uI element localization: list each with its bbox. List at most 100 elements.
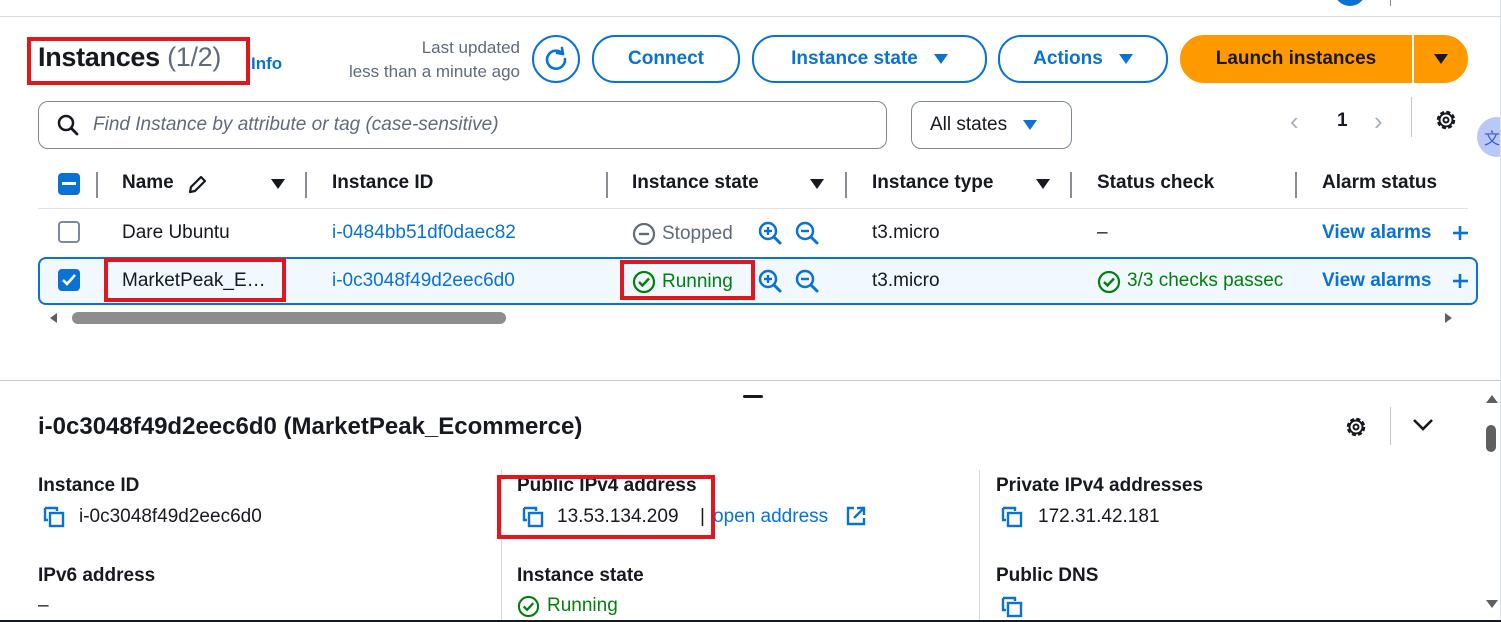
info-link[interactable]: Info — [251, 54, 282, 74]
gear-icon[interactable] — [1433, 107, 1459, 133]
copy-icon[interactable] — [1000, 595, 1024, 619]
search-placeholder: Find Instance by attribute or tag (case-… — [93, 114, 499, 135]
column-header-name[interactable]: Name — [122, 172, 174, 196]
connect-button[interactable]: Connect — [592, 35, 740, 83]
scroll-up-arrow[interactable] — [1486, 395, 1498, 403]
scroll-left-arrow[interactable] — [50, 313, 57, 323]
page-title: Instances (1/2) — [38, 42, 221, 73]
copy-icon[interactable] — [521, 505, 545, 529]
filter-caret-icon[interactable] — [1036, 179, 1050, 189]
current-page[interactable]: 1 — [1337, 110, 1348, 132]
previous-page-button[interactable]: ‹ — [1290, 106, 1299, 137]
instance-state-label: Instance state — [517, 565, 644, 586]
split-panel-divider — [0, 380, 1501, 381]
instance-id-link[interactable]: i-0484bb51df0daec82 — [332, 222, 516, 244]
refresh-icon — [545, 46, 567, 70]
ipv6-label: IPv6 address — [38, 565, 156, 586]
column-header-instance-type[interactable]: Instance type — [872, 172, 993, 196]
row-checkbox[interactable] — [58, 221, 80, 243]
instance-name: MarketPeak_E… — [122, 270, 266, 291]
gear-icon[interactable] — [1343, 414, 1369, 440]
panel-divider — [1390, 407, 1391, 445]
stopped-icon — [632, 222, 656, 246]
row-checkbox-checked[interactable] — [58, 269, 80, 291]
caret-down-icon — [1023, 120, 1038, 130]
status-check-value: 3/3 checks passec — [1127, 270, 1284, 291]
filter-caret-icon[interactable] — [810, 179, 824, 189]
search-input[interactable]: Find Instance by attribute or tag (case-… — [38, 101, 887, 149]
column-header-status-check[interactable]: Status check — [1097, 172, 1214, 196]
pencil-icon — [188, 175, 207, 194]
translate-icon[interactable]: 文 — [1477, 117, 1501, 157]
column-divider[interactable] — [1070, 172, 1072, 198]
instance-state-value: Stopped — [662, 223, 733, 244]
sort-caret-icon[interactable] — [271, 179, 285, 189]
column-header-instance-id[interactable]: Instance ID — [332, 172, 433, 196]
launch-instances-button[interactable]: Launch instances — [1180, 35, 1412, 83]
instance-count: (1/2) — [167, 42, 222, 72]
ipv6-value: – — [38, 595, 49, 616]
column-divider[interactable] — [305, 172, 307, 198]
actions-button[interactable]: Actions — [998, 35, 1168, 83]
public-ipv4-label: Public IPv4 address — [517, 475, 697, 496]
instance-type-value: t3.micro — [872, 270, 940, 291]
scroll-right-arrow[interactable] — [1445, 313, 1452, 323]
instance-state-detail: Running — [547, 595, 618, 616]
column-divider[interactable] — [606, 172, 608, 198]
indeterminate-icon — [62, 182, 76, 185]
instance-type-value: t3.micro — [872, 222, 940, 243]
instance-state-label: Instance state — [791, 48, 918, 69]
zoom-in-icon[interactable] — [757, 268, 783, 294]
zoom-out-icon[interactable] — [794, 220, 820, 246]
public-ipv4-value: 13.53.134.209 — [557, 506, 679, 527]
chevron-down-icon[interactable] — [1412, 418, 1434, 432]
pager-divider — [1411, 97, 1412, 137]
resize-handle[interactable] — [743, 395, 763, 398]
instance-id-link[interactable]: i-0c3048f49d2eec6d0 — [332, 270, 515, 292]
details-title: i-0c3048f49d2eec6d0 (MarketPeak_Ecommerc… — [38, 413, 583, 440]
header-divider — [38, 208, 1468, 209]
caret-down-icon — [1118, 54, 1133, 64]
launch-instances-label: Launch instances — [1215, 48, 1377, 69]
plus-icon[interactable] — [1452, 272, 1468, 290]
column-divider[interactable] — [1295, 172, 1297, 198]
column-header-alarm-status[interactable]: Alarm status — [1322, 172, 1437, 196]
caret-down-icon — [1434, 54, 1448, 64]
caret-down-icon — [933, 54, 948, 64]
external-link-icon[interactable] — [845, 505, 867, 527]
avatar[interactable] — [1334, 0, 1366, 6]
view-alarms-link[interactable]: View alarms — [1322, 222, 1432, 244]
check-circle-icon — [1097, 270, 1121, 294]
view-alarms-link[interactable]: View alarms — [1322, 270, 1432, 292]
column-divider — [501, 470, 502, 622]
column-name-label: Name — [122, 172, 174, 193]
select-all-checkbox[interactable] — [58, 173, 80, 195]
refresh-button[interactable] — [532, 35, 580, 83]
actions-label: Actions — [1033, 48, 1103, 69]
state-filter-value: All states — [930, 114, 1008, 135]
next-page-button[interactable]: › — [1374, 106, 1383, 137]
search-icon — [57, 114, 79, 136]
column-divider — [96, 172, 98, 198]
top-separator — [1390, 0, 1391, 6]
check-circle-icon — [517, 595, 540, 618]
vertical-scrollbar-thumb[interactable] — [1486, 425, 1496, 452]
last-updated-label: Last updated — [421, 38, 520, 57]
column-divider — [979, 470, 980, 622]
private-ipv4-label: Private IPv4 addresses — [996, 475, 1204, 496]
launch-options-button[interactable] — [1414, 35, 1468, 83]
public-dns-label: Public DNS — [996, 565, 1099, 586]
horizontal-scrollbar-thumb[interactable] — [72, 312, 506, 324]
instance-state-button[interactable]: Instance state — [752, 35, 987, 83]
state-filter-select[interactable]: All states — [911, 101, 1072, 149]
open-address-link[interactable]: open address — [713, 506, 828, 528]
copy-icon[interactable] — [1000, 505, 1024, 529]
column-header-instance-state[interactable]: Instance state — [632, 172, 759, 196]
connect-label: Connect — [628, 48, 704, 69]
zoom-out-icon[interactable] — [794, 268, 820, 294]
copy-icon[interactable] — [42, 505, 66, 529]
plus-icon[interactable] — [1452, 224, 1468, 242]
column-divider[interactable] — [845, 172, 847, 198]
zoom-in-icon[interactable] — [757, 220, 783, 246]
scroll-down-arrow[interactable] — [1486, 600, 1498, 608]
